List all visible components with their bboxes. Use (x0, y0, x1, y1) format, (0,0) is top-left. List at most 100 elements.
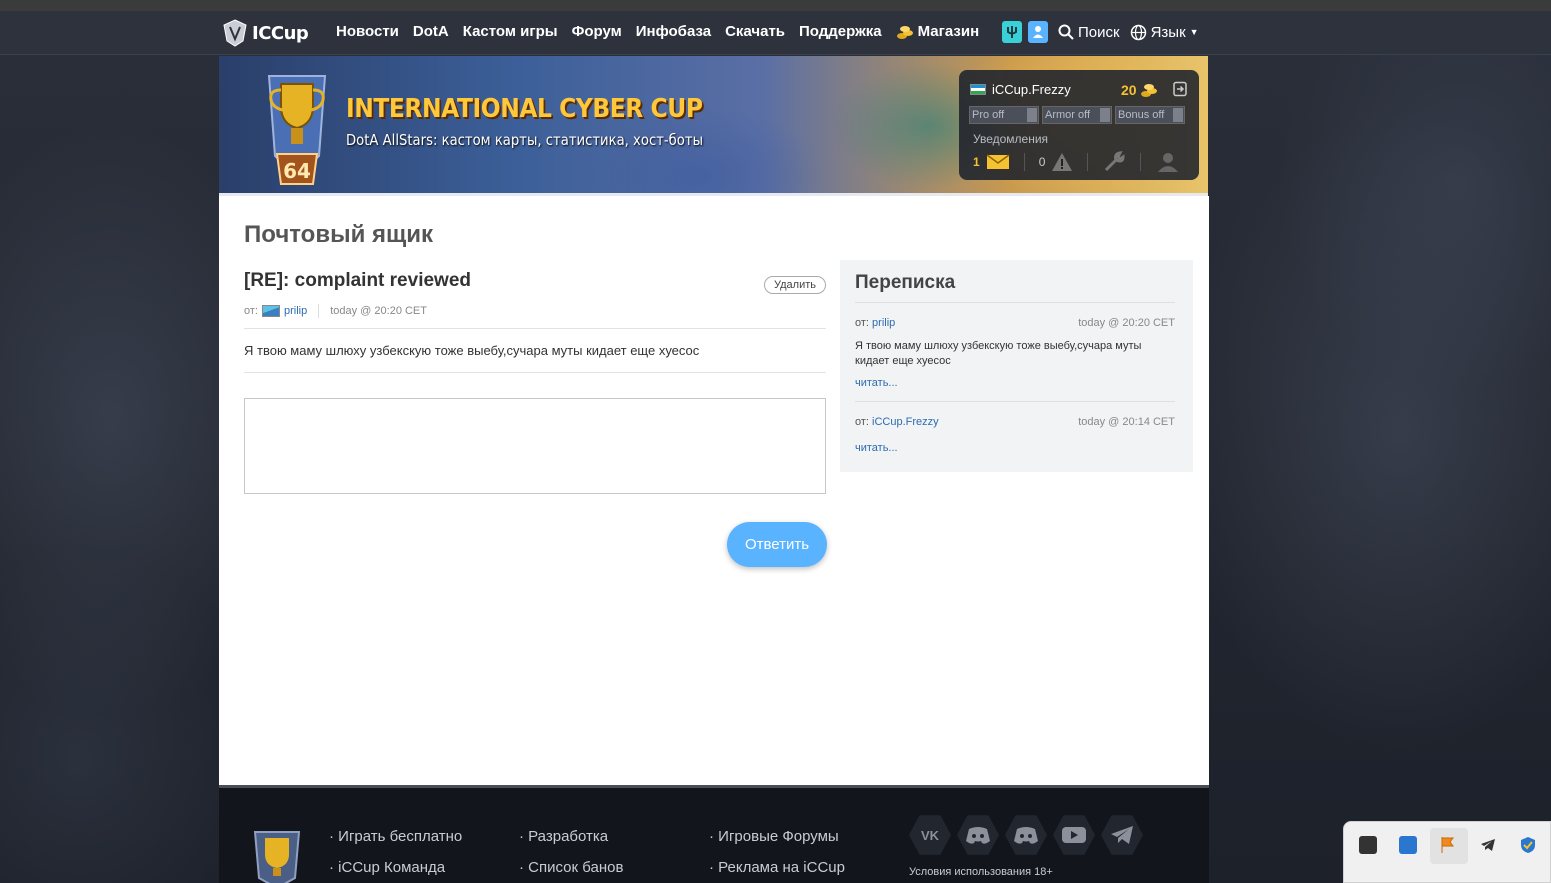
nav-dota[interactable]: DotA (413, 23, 449, 40)
sender-link[interactable]: iCCup.Frezzy (872, 416, 939, 428)
footer-link-team[interactable]: · iCCup Команда (329, 859, 462, 876)
logout-icon[interactable] (1172, 81, 1188, 97)
coin-count: 20 (1121, 82, 1137, 98)
conversation-item-header: от: prilip today @ 20:20 CET (855, 317, 1175, 329)
telegram-icon[interactable] (1101, 815, 1143, 855)
footer-link-game-forums[interactable]: · Игровые Форумы (709, 828, 845, 845)
user-name: iCCup.Frezzy (992, 82, 1071, 97)
divider (1023, 153, 1025, 171)
youtube-icon[interactable] (1053, 815, 1095, 855)
country-flag-icon (970, 84, 986, 95)
footer-col-3: · Игровые Форумы · Реклама на iCCup (709, 828, 845, 883)
from-label: от: (244, 305, 258, 317)
profile-icon[interactable] (1028, 21, 1048, 43)
browser-top-strip (0, 0, 1551, 11)
mail-count: 1 (973, 155, 980, 169)
conversation-item-from: от: iCCup.Frezzy (855, 416, 939, 428)
reply-textarea[interactable] (244, 398, 826, 494)
read-more-link[interactable]: читать... (855, 442, 1175, 454)
bonus-toggle[interactable]: Bonus off (1115, 106, 1185, 124)
armor-toggle[interactable]: Armor off (1042, 106, 1112, 124)
nav-infobase-label: Инфобаза (635, 23, 712, 40)
user-panel: iCCup.Frezzy 20 Pro off Armor off Bonus … (959, 70, 1199, 180)
main-menu: Новости DotA Кастом игры Форум Инфобаза … (336, 23, 993, 40)
security-shield-icon[interactable] (1519, 836, 1537, 854)
trophy-icon: 64 (267, 75, 327, 185)
system-tray-popup (1343, 821, 1551, 883)
nav-custom-games-label: Кастом игры (462, 23, 558, 40)
search-link[interactable]: Поиск (1058, 24, 1120, 41)
message-date: today @ 20:20 CET (330, 305, 427, 317)
sender-link[interactable]: prilip (872, 317, 895, 329)
coins-icon (1140, 84, 1157, 97)
message-body: Я твою маму шлюху узбекскую тоже выебу,с… (244, 329, 826, 373)
chevron-down-icon: ▼ (1189, 27, 1199, 37)
pro-toggle[interactable]: Pro off (969, 106, 1039, 124)
nav-right-group: Поиск Язык ▼ (1002, 21, 1199, 43)
film-app-icon[interactable] (1359, 836, 1377, 854)
conversation-item-from: от: prilip (855, 317, 895, 329)
conversation-title: Переписка (855, 272, 956, 293)
sender-flag-icon (261, 305, 280, 317)
banner-title: INTERNATIONAL CYBER CUP (346, 94, 703, 124)
header-banner: 64 INTERNATIONAL CYBER CUP DotA AllStars… (219, 56, 1208, 196)
nav-custom-games[interactable]: Кастом игры (463, 23, 558, 40)
conversation-item: от: prilip today @ 20:20 CET Я твою маму… (855, 317, 1175, 389)
friends-icon[interactable] (1155, 151, 1181, 173)
discord-settings-icon[interactable] (1005, 815, 1047, 855)
footer-link-ban-list[interactable]: · Список банов (519, 859, 623, 876)
wrench-icon[interactable] (1102, 150, 1126, 174)
clan-icon[interactable] (1002, 21, 1022, 43)
keyboard-layout-icon[interactable] (1399, 836, 1417, 854)
vk-icon[interactable]: VK (909, 815, 951, 855)
nav-news[interactable]: Новости (336, 23, 399, 40)
nav-download[interactable]: Скачать (725, 23, 785, 40)
page-title: Почтовый ящик (244, 221, 434, 248)
from-label: от: (855, 317, 869, 329)
footer-col-1: · Играть бесплатно · iCCup Команда (329, 828, 462, 883)
nav-shop-label: Магазин (917, 23, 980, 40)
coin-balance[interactable]: 20 (1121, 82, 1158, 98)
tray-icons (1359, 836, 1537, 854)
divider (318, 304, 320, 318)
nav-forum[interactable]: Форум (572, 23, 622, 40)
nav-support[interactable]: Поддержка (799, 23, 882, 40)
read-more-link[interactable]: читать... (855, 377, 1175, 389)
reply-button[interactable]: Ответить (727, 522, 827, 567)
top-navigation: ICCup Новости DotA Кастом игры Форум Инф… (0, 11, 1551, 55)
notifications-label: Уведомления (973, 132, 1049, 146)
coins-icon (896, 25, 913, 39)
discord-icon[interactable] (957, 815, 999, 855)
banner-level: 64 (283, 159, 311, 183)
footer-link-play-free[interactable]: · Играть бесплатно (329, 828, 462, 845)
search-label: Поиск (1078, 23, 1120, 41)
message-meta: от: prilip today @ 20:20 CET (244, 304, 826, 329)
conversation-panel: Переписка от: prilip today @ 20:20 CET Я… (840, 260, 1193, 472)
nav-shop[interactable]: Магазин (896, 23, 980, 40)
trident-icon (1007, 26, 1017, 38)
language-dropdown[interactable]: Язык ▼ (1130, 24, 1199, 41)
terms-link[interactable]: Условия использования 18+ (909, 866, 1053, 878)
globe-icon (1130, 24, 1146, 40)
message-subject: [RE]: complaint reviewed (244, 270, 471, 291)
footer-link-development[interactable]: · Разработка (519, 828, 623, 845)
nav-news-label: Новости (336, 23, 399, 40)
mail-icon[interactable] (986, 154, 1010, 170)
divider (1140, 153, 1142, 171)
conversation-item-date: today @ 20:20 CET (1078, 317, 1175, 329)
nav-infobase[interactable]: Инфобаза (636, 23, 711, 40)
warning-icon[interactable] (1051, 152, 1073, 172)
nav-download-label: Скачать (725, 23, 786, 40)
flag-app-icon[interactable] (1439, 836, 1457, 854)
delete-button[interactable]: Удалить (764, 276, 826, 294)
telegram-tray-icon[interactable] (1479, 836, 1497, 854)
language-label: Язык (1150, 23, 1186, 41)
sender-link[interactable]: prilip (284, 305, 307, 317)
nav-forum-label: Форум (571, 23, 622, 40)
user-name-block[interactable]: iCCup.Frezzy (970, 82, 1071, 97)
footer-link-advertising[interactable]: · Реклама на iCCup (709, 859, 845, 876)
logo-text: ICCup (252, 22, 309, 44)
divider (1087, 153, 1089, 171)
footer-trophy-icon (253, 831, 301, 883)
site-logo[interactable]: ICCup (222, 19, 309, 47)
